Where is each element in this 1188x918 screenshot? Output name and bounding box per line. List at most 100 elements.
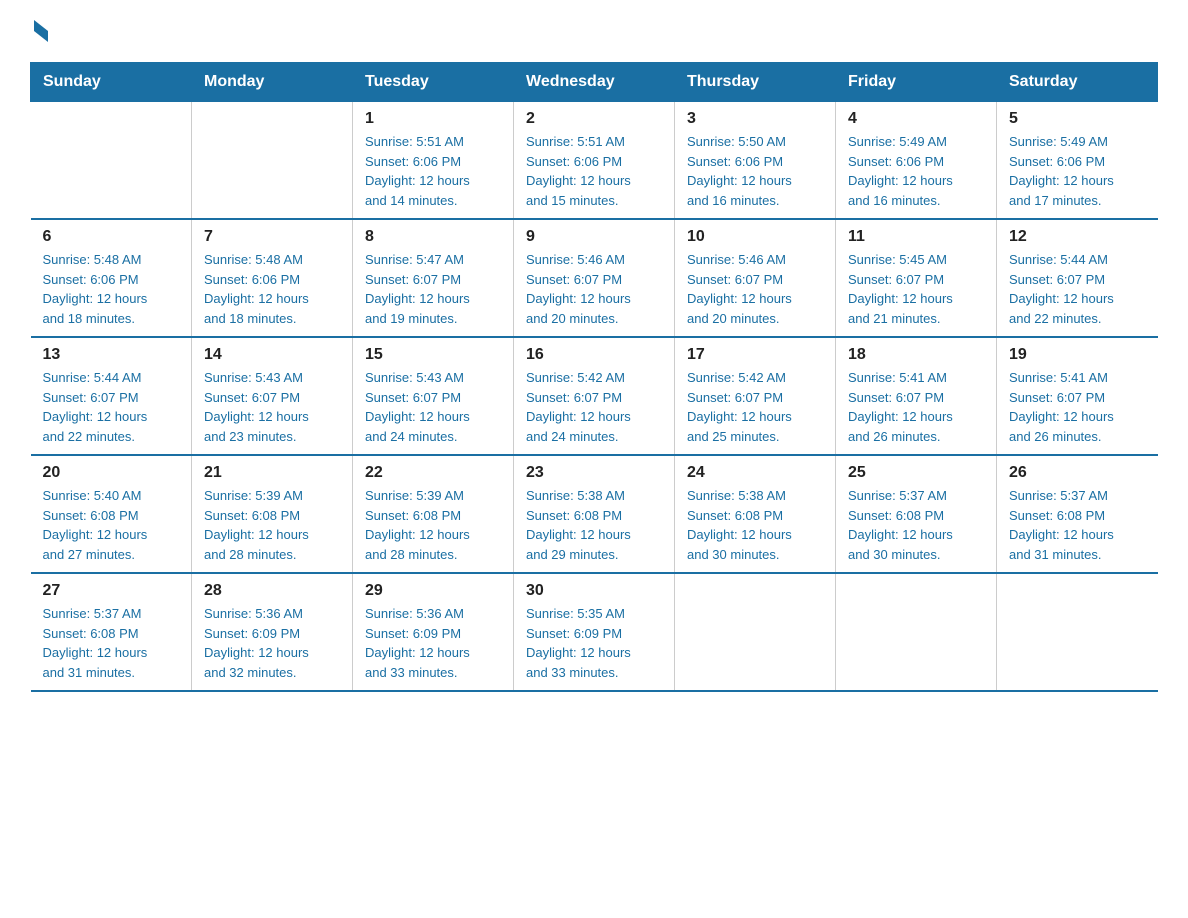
day-info: Sunrise: 5:49 AM Sunset: 6:06 PM Dayligh…: [848, 132, 984, 210]
day-info: Sunrise: 5:40 AM Sunset: 6:08 PM Dayligh…: [43, 486, 180, 564]
day-info: Sunrise: 5:45 AM Sunset: 6:07 PM Dayligh…: [848, 250, 984, 328]
calendar-cell: 13 Sunrise: 5:44 AM Sunset: 6:07 PM Dayli…: [31, 337, 192, 455]
calendar-cell: 16 Sunrise: 5:42 AM Sunset: 6:07 PM Dayli…: [514, 337, 675, 455]
header-day-saturday: Saturday: [997, 63, 1158, 102]
header-day-thursday: Thursday: [675, 63, 836, 102]
day-info: Sunrise: 5:47 AM Sunset: 6:07 PM Dayligh…: [365, 250, 501, 328]
calendar-cell: [675, 573, 836, 691]
day-number: 5: [1009, 110, 1146, 128]
day-info: Sunrise: 5:36 AM Sunset: 6:09 PM Dayligh…: [204, 604, 340, 682]
day-info: Sunrise: 5:51 AM Sunset: 6:06 PM Dayligh…: [526, 132, 662, 210]
day-info: Sunrise: 5:46 AM Sunset: 6:07 PM Dayligh…: [526, 250, 662, 328]
calendar-cell: 25 Sunrise: 5:37 AM Sunset: 6:08 PM Dayli…: [836, 455, 997, 573]
calendar-cell: 24 Sunrise: 5:38 AM Sunset: 6:08 PM Dayli…: [675, 455, 836, 573]
calendar-cell: 10 Sunrise: 5:46 AM Sunset: 6:07 PM Dayli…: [675, 219, 836, 337]
day-info: Sunrise: 5:43 AM Sunset: 6:07 PM Dayligh…: [204, 368, 340, 446]
week-row-3: 20Sunrise: 5:40 AM Sunset: 6:08 PM Dayli…: [31, 455, 1158, 573]
calendar-cell: [836, 573, 997, 691]
day-info: Sunrise: 5:51 AM Sunset: 6:06 PM Dayligh…: [365, 132, 501, 210]
day-number: 1: [365, 110, 501, 128]
calendar-cell: 2Sunrise: 5:51 AM Sunset: 6:06 PM Daylig…: [514, 102, 675, 220]
day-number: 3: [687, 110, 823, 128]
day-number: 23: [526, 464, 662, 482]
day-number: 30: [526, 582, 662, 600]
day-number: 9: [526, 228, 662, 246]
calendar-cell: 22 Sunrise: 5:39 AM Sunset: 6:08 PM Dayli…: [353, 455, 514, 573]
week-row-0: 1 Sunrise: 5:51 AM Sunset: 6:06 PM Daylig…: [31, 102, 1158, 220]
calendar-cell: 11 Sunrise: 5:45 AM Sunset: 6:07 PM Dayli…: [836, 219, 997, 337]
day-number: 10: [687, 228, 823, 246]
calendar-cell: [192, 102, 353, 220]
calendar-cell: [31, 102, 192, 220]
day-info: Sunrise: 5:44 AM Sunset: 6:07 PM Dayligh…: [43, 368, 180, 446]
day-info: Sunrise: 5:41 AM Sunset: 6:07 PM Dayligh…: [1009, 368, 1146, 446]
day-number: 13: [43, 346, 180, 364]
day-number: 17: [687, 346, 823, 364]
calendar-cell: 1 Sunrise: 5:51 AM Sunset: 6:06 PM Daylig…: [353, 102, 514, 220]
calendar-cell: 18 Sunrise: 5:41 AM Sunset: 6:07 PM Dayli…: [836, 337, 997, 455]
day-number: 18: [848, 346, 984, 364]
header-day-wednesday: Wednesday: [514, 63, 675, 102]
calendar-cell: 17 Sunrise: 5:42 AM Sunset: 6:07 PM Dayli…: [675, 337, 836, 455]
day-info: Sunrise: 5:49 AM Sunset: 6:06 PM Dayligh…: [1009, 132, 1146, 210]
week-row-2: 13 Sunrise: 5:44 AM Sunset: 6:07 PM Dayli…: [31, 337, 1158, 455]
day-info: Sunrise: 5:35 AM Sunset: 6:09 PM Dayligh…: [526, 604, 662, 682]
calendar-cell: 9 Sunrise: 5:46 AM Sunset: 6:07 PM Daylig…: [514, 219, 675, 337]
day-info: Sunrise: 5:38 AM Sunset: 6:08 PM Dayligh…: [687, 486, 823, 564]
calendar-cell: 20Sunrise: 5:40 AM Sunset: 6:08 PM Dayli…: [31, 455, 192, 573]
calendar-cell: 4 Sunrise: 5:49 AM Sunset: 6:06 PM Daylig…: [836, 102, 997, 220]
day-info: Sunrise: 5:36 AM Sunset: 6:09 PM Dayligh…: [365, 604, 501, 682]
day-info: Sunrise: 5:48 AM Sunset: 6:06 PM Dayligh…: [43, 250, 180, 328]
calendar-table: SundayMondayTuesdayWednesdayThursdayFrid…: [30, 62, 1158, 692]
calendar-cell: 26 Sunrise: 5:37 AM Sunset: 6:08 PM Dayli…: [997, 455, 1158, 573]
day-number: 15: [365, 346, 501, 364]
day-info: Sunrise: 5:37 AM Sunset: 6:08 PM Dayligh…: [848, 486, 984, 564]
day-number: 11: [848, 228, 984, 246]
calendar-cell: [997, 573, 1158, 691]
calendar-cell: 19 Sunrise: 5:41 AM Sunset: 6:07 PM Dayli…: [997, 337, 1158, 455]
day-info: Sunrise: 5:50 AM Sunset: 6:06 PM Dayligh…: [687, 132, 823, 210]
day-number: 14: [204, 346, 340, 364]
calendar-cell: 23 Sunrise: 5:38 AM Sunset: 6:08 PM Dayli…: [514, 455, 675, 573]
day-number: 24: [687, 464, 823, 482]
day-number: 26: [1009, 464, 1146, 482]
day-info: Sunrise: 5:48 AM Sunset: 6:06 PM Dayligh…: [204, 250, 340, 328]
day-number: 29: [365, 582, 501, 600]
day-info: Sunrise: 5:37 AM Sunset: 6:08 PM Dayligh…: [43, 604, 180, 682]
day-number: 6: [43, 228, 180, 246]
header-day-friday: Friday: [836, 63, 997, 102]
day-info: Sunrise: 5:41 AM Sunset: 6:07 PM Dayligh…: [848, 368, 984, 446]
day-number: 12: [1009, 228, 1146, 246]
day-number: 25: [848, 464, 984, 482]
day-info: Sunrise: 5:42 AM Sunset: 6:07 PM Dayligh…: [687, 368, 823, 446]
day-number: 27: [43, 582, 180, 600]
page-header: [30, 20, 1158, 42]
calendar-cell: 7Sunrise: 5:48 AM Sunset: 6:06 PM Daylig…: [192, 219, 353, 337]
day-info: Sunrise: 5:44 AM Sunset: 6:07 PM Dayligh…: [1009, 250, 1146, 328]
day-info: Sunrise: 5:39 AM Sunset: 6:08 PM Dayligh…: [204, 486, 340, 564]
day-number: 19: [1009, 346, 1146, 364]
calendar-cell: 5 Sunrise: 5:49 AM Sunset: 6:06 PM Daylig…: [997, 102, 1158, 220]
day-number: 22: [365, 464, 501, 482]
day-info: Sunrise: 5:39 AM Sunset: 6:08 PM Dayligh…: [365, 486, 501, 564]
day-info: Sunrise: 5:38 AM Sunset: 6:08 PM Dayligh…: [526, 486, 662, 564]
logo: [30, 20, 48, 42]
day-number: 21: [204, 464, 340, 482]
calendar-cell: 3 Sunrise: 5:50 AM Sunset: 6:06 PM Daylig…: [675, 102, 836, 220]
day-number: 8: [365, 228, 501, 246]
calendar-cell: 15Sunrise: 5:43 AM Sunset: 6:07 PM Dayli…: [353, 337, 514, 455]
day-number: 4: [848, 110, 984, 128]
calendar-cell: 30 Sunrise: 5:35 AM Sunset: 6:09 PM Dayli…: [514, 573, 675, 691]
calendar-cell: 21 Sunrise: 5:39 AM Sunset: 6:08 PM Dayli…: [192, 455, 353, 573]
day-number: 16: [526, 346, 662, 364]
day-info: Sunrise: 5:37 AM Sunset: 6:08 PM Dayligh…: [1009, 486, 1146, 564]
calendar-cell: 14 Sunrise: 5:43 AM Sunset: 6:07 PM Dayli…: [192, 337, 353, 455]
day-number: 28: [204, 582, 340, 600]
day-info: Sunrise: 5:42 AM Sunset: 6:07 PM Dayligh…: [526, 368, 662, 446]
header-day-monday: Monday: [192, 63, 353, 102]
calendar-cell: 8 Sunrise: 5:47 AM Sunset: 6:07 PM Daylig…: [353, 219, 514, 337]
calendar-cell: 6 Sunrise: 5:48 AM Sunset: 6:06 PM Daylig…: [31, 219, 192, 337]
week-row-1: 6 Sunrise: 5:48 AM Sunset: 6:06 PM Daylig…: [31, 219, 1158, 337]
header-row: SundayMondayTuesdayWednesdayThursdayFrid…: [31, 63, 1158, 102]
day-info: Sunrise: 5:46 AM Sunset: 6:07 PM Dayligh…: [687, 250, 823, 328]
